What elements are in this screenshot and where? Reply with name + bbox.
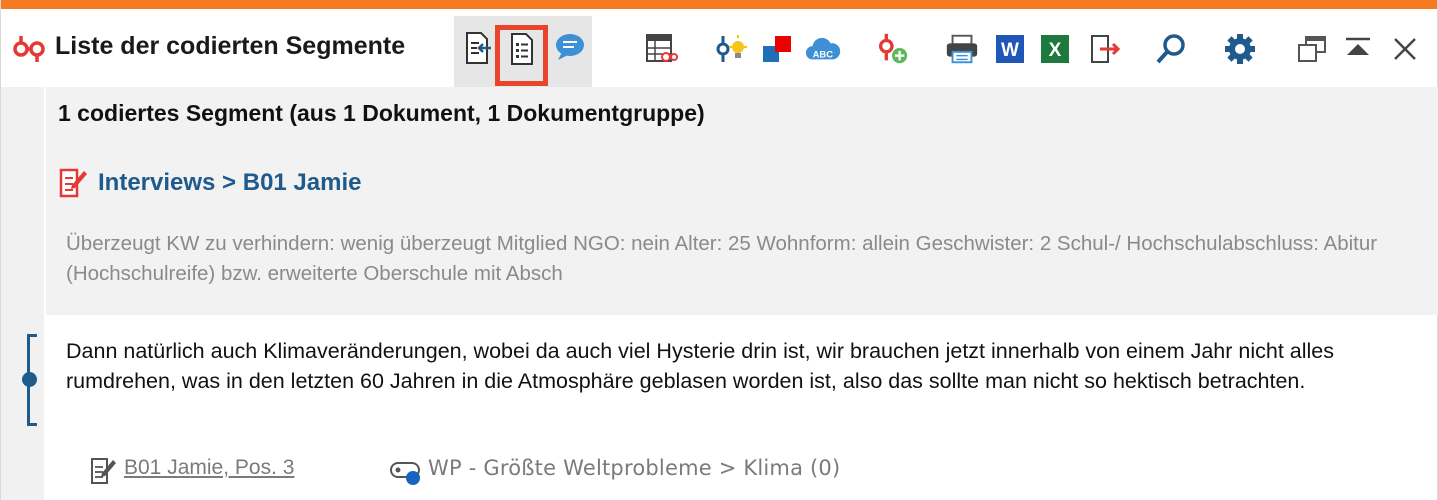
collapse-up-button[interactable] <box>1340 31 1376 67</box>
table-filter-button[interactable] <box>643 31 679 67</box>
settings-gear-icon <box>1225 34 1255 64</box>
svg-text:X: X <box>1049 40 1062 61</box>
code-lightbulb-icon <box>716 35 747 62</box>
excel-export-icon: X <box>1041 35 1069 63</box>
active-view-highlight <box>495 25 548 86</box>
undock-window-icon <box>1298 36 1326 62</box>
add-code-icon <box>878 33 908 64</box>
code-tag-icon <box>390 462 420 485</box>
left-rail <box>1 87 44 500</box>
table-filter-icon <box>646 34 678 62</box>
document-link[interactable]: Interviews > B01 Jamie <box>98 169 361 197</box>
document-variables: Überzeugt KW zu verhindern: wenig überze… <box>66 232 1378 285</box>
settings-button[interactable] <box>1222 31 1258 67</box>
document-header-panel: 1 codiertes Segment (aus 1 Dokument, 1 D… <box>46 87 1438 315</box>
segment-summary: 1 codiertes Segment (aus 1 Dokument, 1 D… <box>58 100 705 126</box>
print-icon <box>946 34 978 64</box>
print-button[interactable] <box>944 31 980 67</box>
comment-view-button[interactable] <box>552 29 588 65</box>
toolbar: Liste der codierten Segmente ABC W X <box>1 9 1437 93</box>
window-title: Liste der codierten Segmente <box>55 32 406 60</box>
code-lightbulb-button[interactable] <box>714 31 750 67</box>
undock-window-button[interactable] <box>1294 31 1330 67</box>
segment-list: 1 codiertes Segment (aus 1 Dokument, 1 D… <box>1 87 1438 500</box>
svg-text:W: W <box>1001 40 1019 61</box>
close-icon <box>1394 38 1416 60</box>
coded-segments-window: Liste der codierten Segmente ABC W X 1 c… <box>0 0 1438 500</box>
source-position-link[interactable]: B01 Jamie, Pos. 3 <box>124 456 294 480</box>
word-export-icon: W <box>996 35 1024 63</box>
export-arrow-icon <box>1091 35 1121 63</box>
color-squares-button[interactable] <box>759 31 795 67</box>
excel-export-button[interactable]: X <box>1037 31 1073 67</box>
search-button[interactable] <box>1153 31 1189 67</box>
export-to-document-icon <box>466 32 491 64</box>
source-document-icon <box>91 458 116 484</box>
export-file-button[interactable] <box>1087 31 1123 67</box>
code-label[interactable]: WP - Größte Weltprobleme > Klima (0) <box>428 456 840 480</box>
coded-segments-icon <box>13 36 45 62</box>
segment-marker[interactable] <box>22 372 37 387</box>
word-export-button[interactable]: W <box>992 31 1028 67</box>
search-icon <box>1156 34 1185 64</box>
segment-text: Dann natürlich auch Klimaveränderungen, … <box>66 339 1334 393</box>
window-accent-bar <box>1 0 1437 9</box>
color-squares-icon <box>763 36 791 62</box>
document-icon <box>59 168 87 198</box>
close-button[interactable] <box>1387 31 1423 67</box>
svg-text:ABC: ABC <box>813 50 834 61</box>
comment-view-icon <box>556 34 584 60</box>
add-code-button[interactable] <box>874 31 910 67</box>
export-to-document-button[interactable] <box>459 30 495 66</box>
collapse-up-icon <box>1346 37 1370 55</box>
cloud-abc-icon: ABC <box>805 37 841 61</box>
cloud-abc-button[interactable]: ABC <box>805 31 841 67</box>
